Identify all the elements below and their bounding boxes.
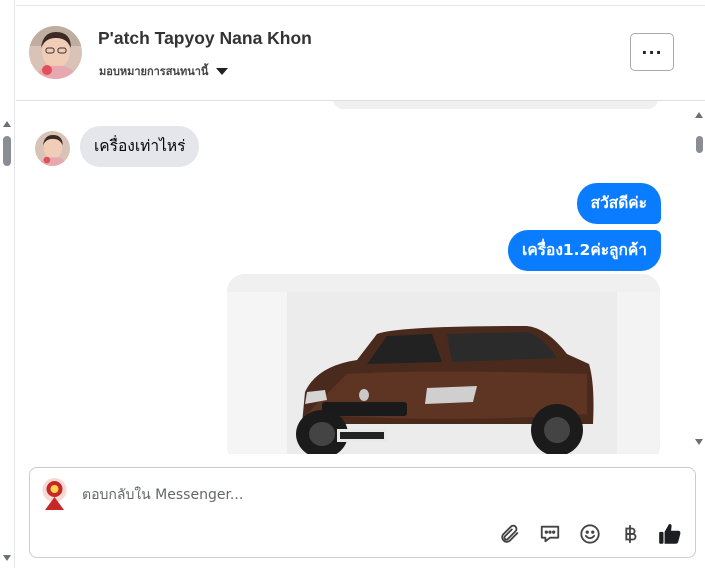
paperclip-icon[interactable] [497, 521, 523, 547]
messenger-conversation: P'atch Tapyoy Nana Khon มอบหมายการสนทนาน… [0, 0, 705, 568]
page-scrollbar[interactable] [0, 0, 15, 568]
caret-down-icon [216, 67, 229, 75]
emoji-icon[interactable] [577, 521, 603, 547]
contact-name[interactable]: P'atch Tapyoy Nana Khon [98, 28, 312, 49]
baht-icon[interactable] [617, 521, 643, 547]
outgoing-message[interactable]: เครื่อง1.2ค่ะลูกค้า [508, 230, 661, 271]
incoming-message[interactable]: เครื่องเท่าไหร่ [80, 126, 200, 167]
composer-toolbar [497, 521, 683, 547]
contact-avatar[interactable] [29, 26, 82, 79]
more-options-button[interactable]: ··· [630, 33, 674, 71]
scroll-up-arrow-icon[interactable] [3, 121, 11, 127]
outgoing-message[interactable]: สวัสดีค่ะ [576, 183, 661, 224]
page-avatar [39, 477, 70, 510]
saved-reply-icon[interactable] [537, 521, 563, 547]
scroll-down-arrow-icon[interactable] [695, 439, 703, 445]
chat-scrollbar[interactable] [692, 101, 705, 454]
assign-conversation-label: มอบหมายการสนทนานี้ [99, 65, 209, 78]
message-list: เครื่องเท่าไหร่ สวัสดีค่ะ เครื่อง1.2ค่ะล… [16, 101, 692, 454]
assign-conversation-dropdown[interactable]: มอบหมายการสนทนานี้ [99, 62, 229, 80]
page-scroll-thumb[interactable] [3, 136, 11, 166]
reply-composer [29, 467, 696, 558]
reply-input[interactable] [82, 484, 642, 506]
photo-attachment[interactable] [227, 274, 660, 454]
conversation-header: P'atch Tapyoy Nana Khon มอบหมายการสนทนาน… [16, 6, 705, 101]
thumbs-up-icon[interactable] [657, 521, 683, 547]
sender-avatar[interactable] [35, 131, 70, 166]
previous-message-bubble [333, 101, 658, 109]
scroll-up-arrow-icon[interactable] [695, 112, 703, 118]
scroll-down-arrow-icon[interactable] [3, 555, 11, 561]
chat-scroll-thumb[interactable] [696, 136, 703, 153]
